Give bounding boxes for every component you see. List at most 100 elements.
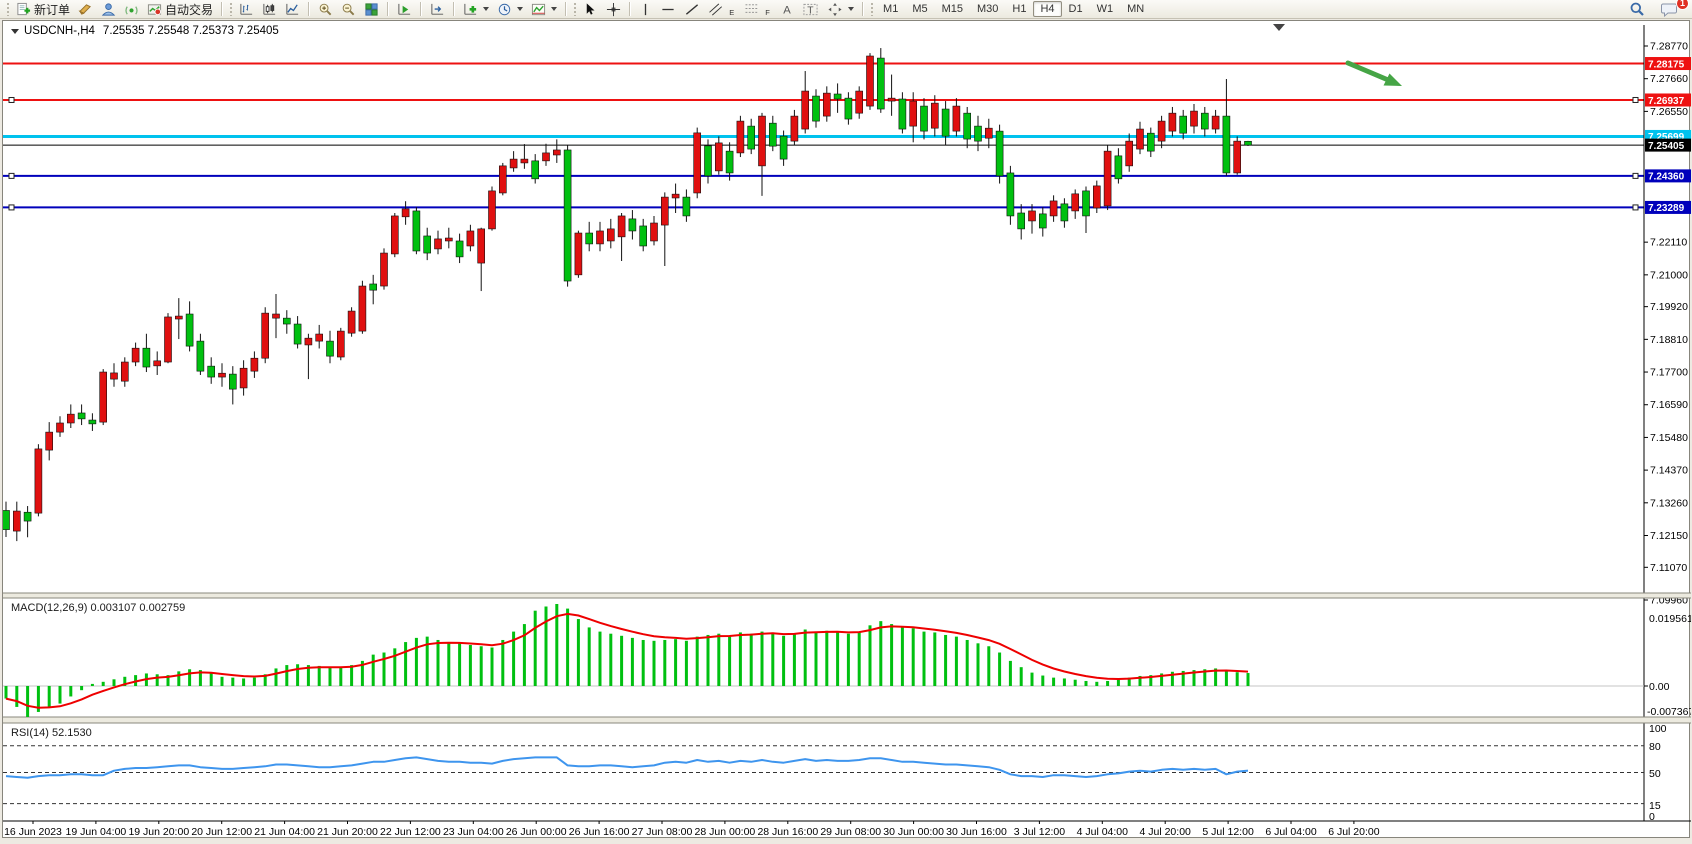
macd-histogram-bar xyxy=(253,678,256,686)
line-chart-mode-button[interactable] xyxy=(281,1,304,18)
macd-histogram-bar xyxy=(177,671,180,686)
macd-signal-line xyxy=(6,614,1248,708)
macd-histogram-bar xyxy=(1095,682,1098,686)
autotrading-button[interactable]: 自动交易 xyxy=(143,1,217,18)
timeframe-d1-button[interactable]: D1 xyxy=(1062,1,1090,17)
dropdown-caret-icon xyxy=(517,7,523,11)
trendline-tool-button[interactable] xyxy=(680,1,704,18)
line-handle[interactable] xyxy=(1633,205,1638,210)
timeframe-mn-button[interactable]: MN xyxy=(1120,1,1151,17)
line-handle[interactable] xyxy=(9,205,14,210)
candle-body xyxy=(985,128,992,138)
candle-body xyxy=(942,109,949,136)
candlestick-mode-button[interactable] xyxy=(258,1,281,18)
macd-histogram-bar xyxy=(221,677,224,686)
fibonacci-tool-button[interactable]: F xyxy=(740,1,776,18)
horizontal-line-tool-button[interactable] xyxy=(656,1,680,18)
add-indicator-icon xyxy=(463,2,478,17)
annotation-arrow[interactable] xyxy=(1348,63,1387,80)
macd-histogram-bar xyxy=(1052,678,1055,686)
new-order-button[interactable]: 新订单 xyxy=(12,1,74,18)
zoom-in-icon xyxy=(318,2,333,17)
zoom-out-button[interactable] xyxy=(337,1,360,18)
text-tool-icon: A xyxy=(780,2,794,17)
shapes-dropdown-button[interactable] xyxy=(823,1,858,18)
timeframe-m15-button[interactable]: M15 xyxy=(935,1,970,17)
candle-body xyxy=(856,91,863,113)
svg-text:A: A xyxy=(783,4,791,16)
candle-body xyxy=(143,348,150,367)
macd-histogram-bar xyxy=(825,631,828,686)
candle-body xyxy=(1115,156,1122,179)
timeframe-m30-button[interactable]: M30 xyxy=(970,1,1005,17)
dropdown-caret-icon xyxy=(848,7,854,11)
channel-tool-button[interactable]: E xyxy=(704,1,740,18)
macd-histogram-bar xyxy=(69,686,72,696)
add-indicator-button[interactable] xyxy=(459,1,493,18)
macd-histogram-bar xyxy=(91,684,94,686)
notifications-button[interactable]: 1 xyxy=(1657,1,1682,18)
market-button[interactable] xyxy=(97,1,120,18)
chart-shift-button[interactable] xyxy=(426,1,449,18)
macd-histogram-bar xyxy=(80,686,83,690)
macd-histogram-bar xyxy=(620,636,623,686)
candle-body xyxy=(67,414,74,423)
crosshair-tool-button[interactable] xyxy=(602,1,625,18)
candle-body xyxy=(1050,201,1057,216)
line-handle[interactable] xyxy=(9,97,14,102)
candle-body xyxy=(478,229,485,263)
candle-body xyxy=(705,146,712,176)
timeframe-h1-button[interactable]: H1 xyxy=(1005,1,1033,17)
line-handle[interactable] xyxy=(9,173,14,178)
styler-button[interactable] xyxy=(74,1,97,18)
timeframe-h4-button[interactable]: H4 xyxy=(1033,1,1061,17)
macd-histogram-bar xyxy=(588,627,591,686)
macd-histogram-bar xyxy=(469,645,472,686)
candle-body xyxy=(1234,141,1241,173)
macd-histogram-bar xyxy=(923,632,926,686)
zoom-in-button[interactable] xyxy=(314,1,337,18)
symbol-dropdown-icon[interactable] xyxy=(11,29,19,34)
text-label-tool-button[interactable]: T xyxy=(798,1,823,18)
timeframe-m5-button[interactable]: M5 xyxy=(905,1,934,17)
macd-histogram-bar xyxy=(642,640,645,686)
macd-histogram-bar xyxy=(998,653,1001,686)
chart-window[interactable]: 7.287707.276607.265507.221107.210007.199… xyxy=(2,20,1690,838)
macd-histogram-bar xyxy=(534,611,537,686)
time-label: 4 Jul 20:00 xyxy=(1140,826,1192,838)
signal-icon xyxy=(124,2,139,17)
macd-histogram-bar xyxy=(890,624,893,686)
tile-windows-button[interactable] xyxy=(360,1,383,18)
candlestick-icon xyxy=(262,2,277,17)
time-label: 29 Jun 08:00 xyxy=(820,826,881,838)
macd-histogram-bar xyxy=(912,628,915,686)
toolbar-grip xyxy=(870,2,874,16)
line-handle[interactable] xyxy=(1633,97,1638,102)
macd-histogram-bar xyxy=(156,674,159,686)
signals-button[interactable] xyxy=(120,1,143,18)
panel-separator[interactable] xyxy=(3,717,1691,723)
text-tool-button[interactable]: A xyxy=(776,1,798,18)
svg-text:T: T xyxy=(807,5,814,16)
price-line-label: 7.24360 xyxy=(1648,172,1685,183)
macd-histogram-bar xyxy=(1106,681,1109,686)
templates-dropdown-button[interactable] xyxy=(527,1,561,18)
price-tick-label: 7.18810 xyxy=(1650,334,1688,346)
periods-dropdown-button[interactable] xyxy=(493,1,527,18)
chart-shift-marker[interactable] xyxy=(1273,24,1285,31)
cursor-tool-button[interactable] xyxy=(579,1,602,18)
timeframe-m1-button[interactable]: M1 xyxy=(876,1,905,17)
candle-body xyxy=(791,116,798,141)
candle-body xyxy=(1169,113,1176,131)
line-handle[interactable] xyxy=(1633,173,1638,178)
timeframe-w1-button[interactable]: W1 xyxy=(1090,1,1121,17)
panel-separator[interactable] xyxy=(3,593,1691,598)
bar-chart-mode-button[interactable] xyxy=(235,1,258,18)
candle-body xyxy=(759,116,766,166)
search-button[interactable] xyxy=(1625,1,1649,18)
candle-body xyxy=(1201,113,1208,129)
chart-canvas[interactable]: 7.287707.276607.265507.221107.210007.199… xyxy=(3,21,1691,839)
strategy-tester-button[interactable] xyxy=(393,1,416,18)
vertical-line-tool-button[interactable] xyxy=(635,1,656,18)
candle-body xyxy=(219,373,226,377)
